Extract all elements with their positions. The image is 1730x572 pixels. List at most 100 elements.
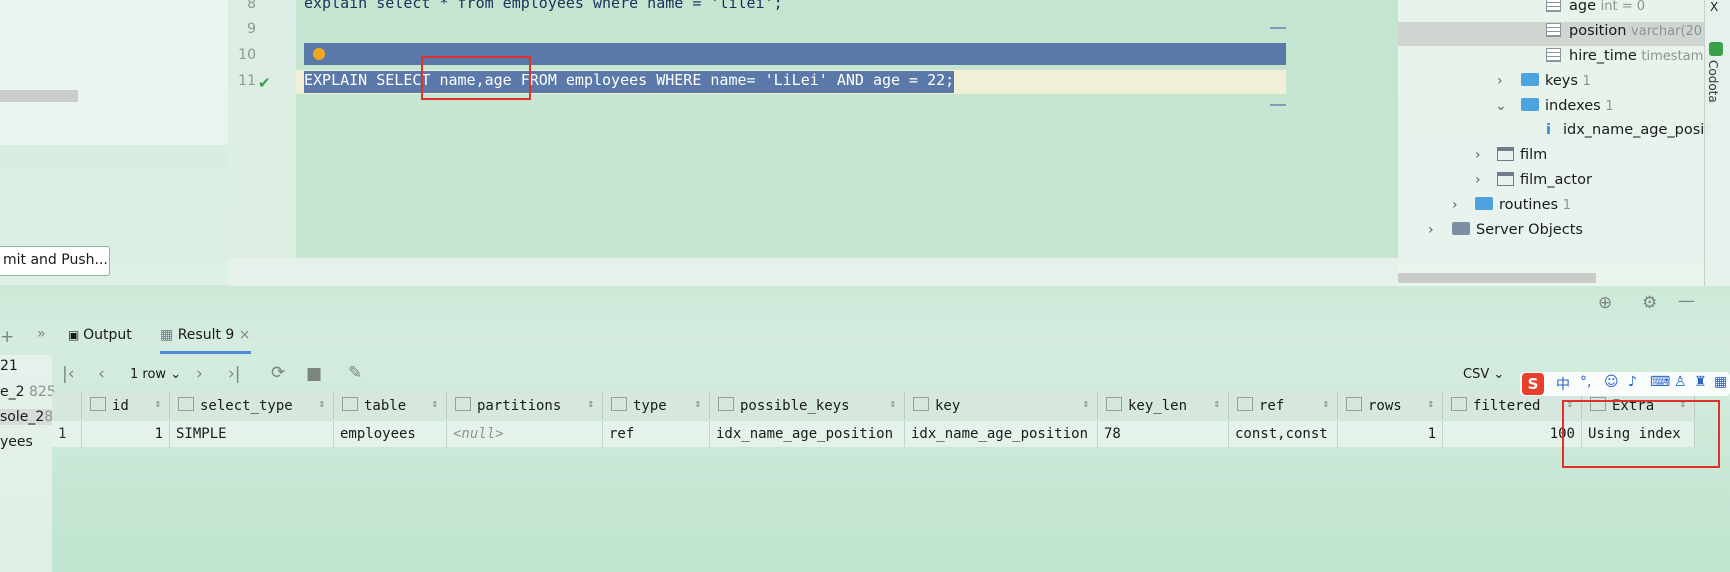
export-format-label: CSV bbox=[1463, 367, 1490, 382]
tab-result[interactable]: ▦ Result 9 × bbox=[160, 322, 251, 354]
cell-select-type[interactable]: SIMPLE bbox=[170, 421, 334, 447]
tree-item-age[interactable]: age int = 0 bbox=[1546, 0, 1645, 14]
editor-scrollbar[interactable] bbox=[228, 258, 1398, 286]
column-icon bbox=[718, 397, 734, 411]
sort-icon[interactable]: ⇕ bbox=[1082, 397, 1089, 410]
column-header-key-len[interactable]: key_len ⇕ bbox=[1098, 392, 1229, 419]
tab-output[interactable]: ▣ Output bbox=[68, 327, 132, 343]
commit-and-push-button[interactable]: mit and Push... bbox=[0, 246, 110, 276]
tree-item-server-objects[interactable]: Server Objects bbox=[1452, 222, 1583, 238]
column-icon bbox=[1106, 397, 1122, 411]
pager[interactable]: 1 row ⌄ bbox=[130, 367, 181, 382]
tree-item-index[interactable]: i idx_name_age_posit bbox=[1546, 122, 1710, 138]
codota-tab[interactable]: Codota bbox=[1706, 60, 1720, 103]
column-header-possible-keys[interactable]: possible_keys ⇕ bbox=[710, 392, 905, 419]
column-header-ref[interactable]: ref ⇕ bbox=[1229, 392, 1338, 419]
ime-logo[interactable]: S bbox=[1522, 373, 1544, 395]
intention-bulb-icon[interactable] bbox=[313, 48, 325, 60]
punctuation-icon[interactable]: °, bbox=[1580, 374, 1591, 390]
cell-id[interactable]: 1 bbox=[82, 421, 170, 447]
column-header-partitions[interactable]: partitions ⇕ bbox=[447, 392, 603, 419]
user-icon[interactable]: ♙ bbox=[1674, 374, 1687, 390]
sort-icon[interactable]: ⇕ bbox=[431, 397, 438, 410]
tree-item-hire-time[interactable]: hire_time timestamp bbox=[1546, 48, 1712, 64]
close-icon[interactable]: × bbox=[239, 327, 251, 343]
cell-possible-keys[interactable]: idx_name_age_position bbox=[710, 421, 905, 447]
tree-hint: timestamp bbox=[1641, 49, 1712, 64]
more-tabs-icon[interactable]: » bbox=[37, 326, 46, 342]
next-page-icon[interactable]: › bbox=[196, 364, 203, 384]
line-number: 11 bbox=[238, 73, 256, 89]
sort-icon[interactable]: ⇕ bbox=[694, 397, 701, 410]
tree-item-film[interactable]: film bbox=[1497, 147, 1547, 163]
ime-mode[interactable]: 中 bbox=[1556, 374, 1570, 394]
tree-label: film_actor bbox=[1520, 172, 1592, 188]
highlight-box-select-columns bbox=[421, 56, 531, 100]
gear-icon[interactable]: ⚙ bbox=[1642, 293, 1657, 313]
chevron-down-icon: ⌄ bbox=[170, 367, 182, 382]
sort-icon[interactable]: ⇕ bbox=[1322, 397, 1329, 410]
pin-icon[interactable]: ✎ bbox=[348, 363, 362, 383]
skin-icon[interactable]: ♜ bbox=[1694, 374, 1707, 390]
cell-ref[interactable]: const,const bbox=[1229, 421, 1338, 447]
services-header bbox=[0, 286, 1730, 322]
cell-type[interactable]: ref bbox=[603, 421, 710, 447]
tree-item-film-actor[interactable]: film_actor bbox=[1497, 172, 1592, 188]
sort-icon[interactable]: ⇕ bbox=[889, 397, 896, 410]
codota-icon[interactable] bbox=[1709, 42, 1723, 56]
emoji-icon[interactable]: ☺ bbox=[1604, 374, 1619, 390]
session-item-selected[interactable]: sole_28 bbox=[0, 409, 53, 425]
tree-item-routines[interactable]: routines 1 bbox=[1475, 197, 1571, 213]
column-label: partitions bbox=[477, 398, 562, 414]
chevron-down-icon[interactable]: ⌄ bbox=[1495, 98, 1507, 114]
chevron-right-icon[interactable]: › bbox=[1452, 197, 1458, 213]
minimize-icon[interactable]: — bbox=[1678, 291, 1695, 311]
chevron-right-icon[interactable]: › bbox=[1475, 172, 1481, 188]
tree-item-indexes[interactable]: indexes 1 bbox=[1521, 98, 1614, 114]
refresh-icon[interactable]: ⟳ bbox=[271, 363, 285, 383]
prev-page-icon[interactable]: ‹ bbox=[98, 364, 105, 384]
tree-item-keys[interactable]: keys 1 bbox=[1521, 73, 1591, 89]
session-item[interactable]: 21 bbox=[0, 358, 18, 374]
column-label: key bbox=[935, 398, 961, 414]
keyboard-icon[interactable]: ⌨ bbox=[1650, 374, 1670, 390]
column-header-id[interactable]: id ⇕ bbox=[82, 392, 170, 419]
add-icon[interactable]: + bbox=[0, 327, 14, 347]
cell-table[interactable]: employees bbox=[334, 421, 447, 447]
sort-icon[interactable]: ⇕ bbox=[587, 397, 594, 410]
column-header-rows[interactable]: rows ⇕ bbox=[1338, 392, 1443, 419]
cell-rows[interactable]: 1 bbox=[1338, 421, 1443, 447]
session-item[interactable]: e_2 825 bbox=[0, 384, 56, 400]
column-header-select-type[interactable]: select_type ⇕ bbox=[170, 392, 334, 419]
line-number: 9 bbox=[247, 21, 256, 37]
project-scrollbar[interactable] bbox=[0, 90, 78, 102]
chevron-right-icon[interactable]: › bbox=[1428, 222, 1434, 238]
session-item[interactable]: yees bbox=[0, 434, 33, 450]
first-page-icon[interactable]: |‹ bbox=[62, 364, 75, 384]
tree-scrollbar[interactable] bbox=[1398, 273, 1596, 283]
last-page-icon[interactable]: ›| bbox=[228, 364, 241, 384]
cell-partitions[interactable]: <null> bbox=[447, 421, 603, 447]
sort-icon[interactable]: ⇕ bbox=[1213, 397, 1220, 410]
column-header-table[interactable]: table ⇕ bbox=[334, 392, 447, 419]
tree-item-position[interactable]: position varchar(20 bbox=[1546, 23, 1702, 39]
code-line-11[interactable]: EXPLAIN SELECT name,age FROM employees W… bbox=[304, 71, 955, 93]
column-icon bbox=[1346, 397, 1362, 411]
chevron-right-icon[interactable]: › bbox=[1497, 73, 1503, 89]
column-header-type[interactable]: type ⇕ bbox=[603, 392, 710, 419]
cell-key[interactable]: idx_name_age_position bbox=[905, 421, 1098, 447]
column-header-key[interactable]: key ⇕ bbox=[905, 392, 1098, 419]
sort-icon[interactable]: ⇕ bbox=[1427, 397, 1434, 410]
sql-editor[interactable] bbox=[228, 0, 1398, 258]
apps-icon[interactable]: ▦ bbox=[1714, 374, 1727, 390]
code-line-8[interactable]: explain select * from employees where na… bbox=[304, 0, 783, 12]
chevron-right-icon[interactable]: › bbox=[1475, 147, 1481, 163]
sort-icon[interactable]: ⇕ bbox=[154, 397, 161, 410]
stop-icon[interactable]: ■ bbox=[306, 364, 322, 384]
row-number[interactable]: 1 bbox=[52, 421, 82, 447]
microphone-icon[interactable]: ♪ bbox=[1628, 374, 1637, 390]
target-icon[interactable]: ⊕ bbox=[1598, 293, 1612, 313]
sort-icon[interactable]: ⇕ bbox=[318, 397, 325, 410]
cell-key-len[interactable]: 78 bbox=[1098, 421, 1229, 447]
export-format-select[interactable]: CSV ⌄ bbox=[1463, 367, 1504, 382]
